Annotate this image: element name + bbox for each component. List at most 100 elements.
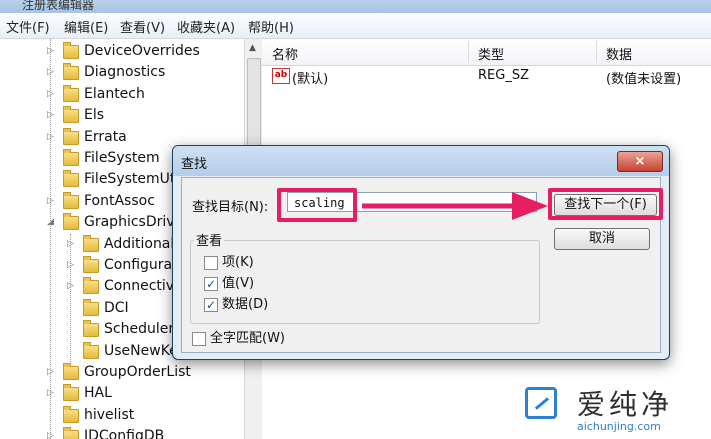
folder-icon [63, 63, 79, 81]
tree-item-label: Configurat [104, 257, 178, 273]
dialog-body: 查找目标(N): scaling 查找下一个(F) 取消 查看 项(K) ✓ 值… [181, 177, 663, 353]
menu-view[interactable]: 查看(V) [120, 17, 165, 36]
values-list-header: 名称 类型 数据 [262, 39, 711, 66]
folder-icon [63, 384, 79, 402]
tree-item-label: DCI [104, 299, 129, 316]
tree-item[interactable]: ▷ GroupOrderList [0, 362, 244, 383]
tree-item-label: Els [84, 107, 105, 124]
tree-guide-line [70, 233, 71, 362]
scrollbar-thumb[interactable] [247, 58, 261, 150]
tree-item-label: IDConfigDB [84, 428, 165, 439]
folder-icon [83, 298, 99, 316]
folder-icon [63, 149, 79, 166]
checkbox-box[interactable] [192, 332, 206, 346]
folder-icon [63, 127, 79, 145]
window-title: 注册表编辑器 [22, 0, 95, 12]
value-type: REG_SZ [478, 68, 529, 83]
watermark-text: 爱纯净 [577, 388, 674, 421]
watermark-logo-icon [525, 387, 557, 419]
folder-icon [63, 213, 79, 231]
tree-item[interactable]: ▷ Elantech [0, 84, 244, 105]
checkbox-label: 全字匹配(W) [210, 331, 285, 346]
tree-item-label: GroupOrderList [84, 364, 191, 380]
tree-item-label: Diagnostics [84, 64, 166, 81]
expand-arrow-icon[interactable]: ▷ [47, 62, 55, 83]
folder-icon [63, 84, 79, 102]
column-name[interactable]: 名称 [272, 44, 298, 63]
folder-icon [63, 427, 79, 439]
expand-arrow-icon[interactable]: ▷ [47, 84, 55, 105]
tree-item[interactable]: ▷ Els [0, 105, 244, 126]
folder-icon [63, 405, 79, 423]
expand-arrow-icon[interactable]: ▷ [47, 105, 55, 126]
button-highlight-box [548, 188, 663, 220]
tree-item-label: hivelist [84, 406, 135, 423]
tree-item[interactable]: ▷ Diagnostics [0, 62, 244, 83]
list-item[interactable]: ab (默认) REG_SZ (数值未设置) [262, 66, 711, 88]
menu-edit[interactable]: 编辑(E) [64, 17, 108, 36]
dialog-title: 查找 [181, 157, 208, 172]
menu-bar: 文件(F) 编辑(E) 查看(V) 收藏夹(A) 帮助(H) [0, 13, 711, 39]
expand-arrow-icon[interactable]: ▷ [67, 276, 75, 297]
tree-guide-line [50, 39, 51, 439]
tree-item-label: UseNewKe [104, 342, 178, 359]
folder-icon [83, 256, 99, 273]
menu-file[interactable]: 文件(F) [6, 17, 50, 36]
expand-arrow-icon[interactable]: ▷ [47, 41, 55, 62]
column-divider[interactable] [596, 41, 597, 63]
tree-item-label: Scheduler [104, 321, 175, 338]
expand-arrow-icon[interactable]: ▷ [47, 383, 55, 404]
folder-icon [83, 320, 99, 338]
value-data: (数值未设置) [606, 72, 682, 87]
menu-help[interactable]: 帮助(H) [248, 17, 294, 36]
folder-icon [63, 363, 79, 380]
scroll-up-icon[interactable]: ▲ [249, 43, 256, 53]
tree-item-label: HAL [84, 385, 112, 402]
expand-arrow-icon[interactable]: ▷ [67, 234, 75, 255]
tree-item[interactable]: ▷ IDConfigDB [0, 426, 244, 439]
tree-item-label: Elantech [84, 85, 145, 102]
checkbox-box[interactable] [204, 256, 218, 270]
folder-icon [83, 234, 99, 252]
expand-arrow-icon[interactable]: ▷ [47, 362, 55, 383]
look-at-title: 查看 [194, 230, 225, 249]
tree-item[interactable]: ▷ DeviceOverrides [0, 41, 244, 62]
folder-icon [83, 277, 99, 295]
cancel-button[interactable]: 取消 [554, 228, 650, 250]
tree-item-label: FileSystemUti [84, 171, 180, 188]
column-divider[interactable] [468, 41, 469, 63]
checkbox-box[interactable]: ✓ [204, 277, 218, 291]
expand-arrow-icon[interactable]: ▷ [47, 191, 55, 212]
watermark: 爱纯净 aichunjing.com [525, 383, 711, 439]
tree-item[interactable]: ▷ HAL [0, 383, 244, 404]
checkbox-label: 值(V) [222, 276, 255, 291]
tree-item-label: Additional [104, 235, 175, 252]
menu-favorites[interactable]: 收藏夹(A) [177, 17, 235, 36]
pointer-arrow-icon [362, 192, 548, 220]
column-type[interactable]: 类型 [478, 44, 504, 63]
expanded-arrow-icon[interactable]: ◢ [47, 212, 55, 233]
close-button[interactable]: × [617, 151, 663, 172]
input-highlight-box [277, 188, 357, 222]
checkbox-label: 数据(D) [222, 297, 269, 312]
checkbox-box[interactable]: ✓ [204, 298, 218, 312]
value-name: (默认) [292, 72, 329, 87]
tree-item-label: Connectiv [104, 278, 175, 295]
tree-item-label: FileSystem [84, 150, 160, 166]
expand-arrow-icon[interactable]: ▷ [47, 127, 55, 148]
expand-arrow-icon[interactable]: ▷ [67, 255, 75, 276]
folder-icon [63, 191, 79, 209]
watermark-url: aichunjing.com [577, 420, 661, 433]
window-titlebar: 注册表编辑器 [0, 0, 711, 13]
expand-arrow-icon[interactable]: ▷ [47, 426, 55, 439]
folder-icon [63, 42, 79, 59]
find-dialog: 查找 × 查找目标(N): scaling 查找下一个(F) 取消 查看 项(K… [172, 145, 670, 360]
dialog-titlebar[interactable]: 查找 × [173, 146, 669, 176]
tree-item[interactable]: hivelist [0, 405, 244, 426]
folder-icon [63, 170, 79, 188]
tree-item-label: Errata [84, 128, 127, 145]
tree-item-label: GraphicsDrive [84, 214, 184, 231]
checkbox-label: 项(K) [222, 255, 254, 270]
folder-icon [63, 106, 79, 124]
column-data[interactable]: 数据 [606, 44, 632, 63]
